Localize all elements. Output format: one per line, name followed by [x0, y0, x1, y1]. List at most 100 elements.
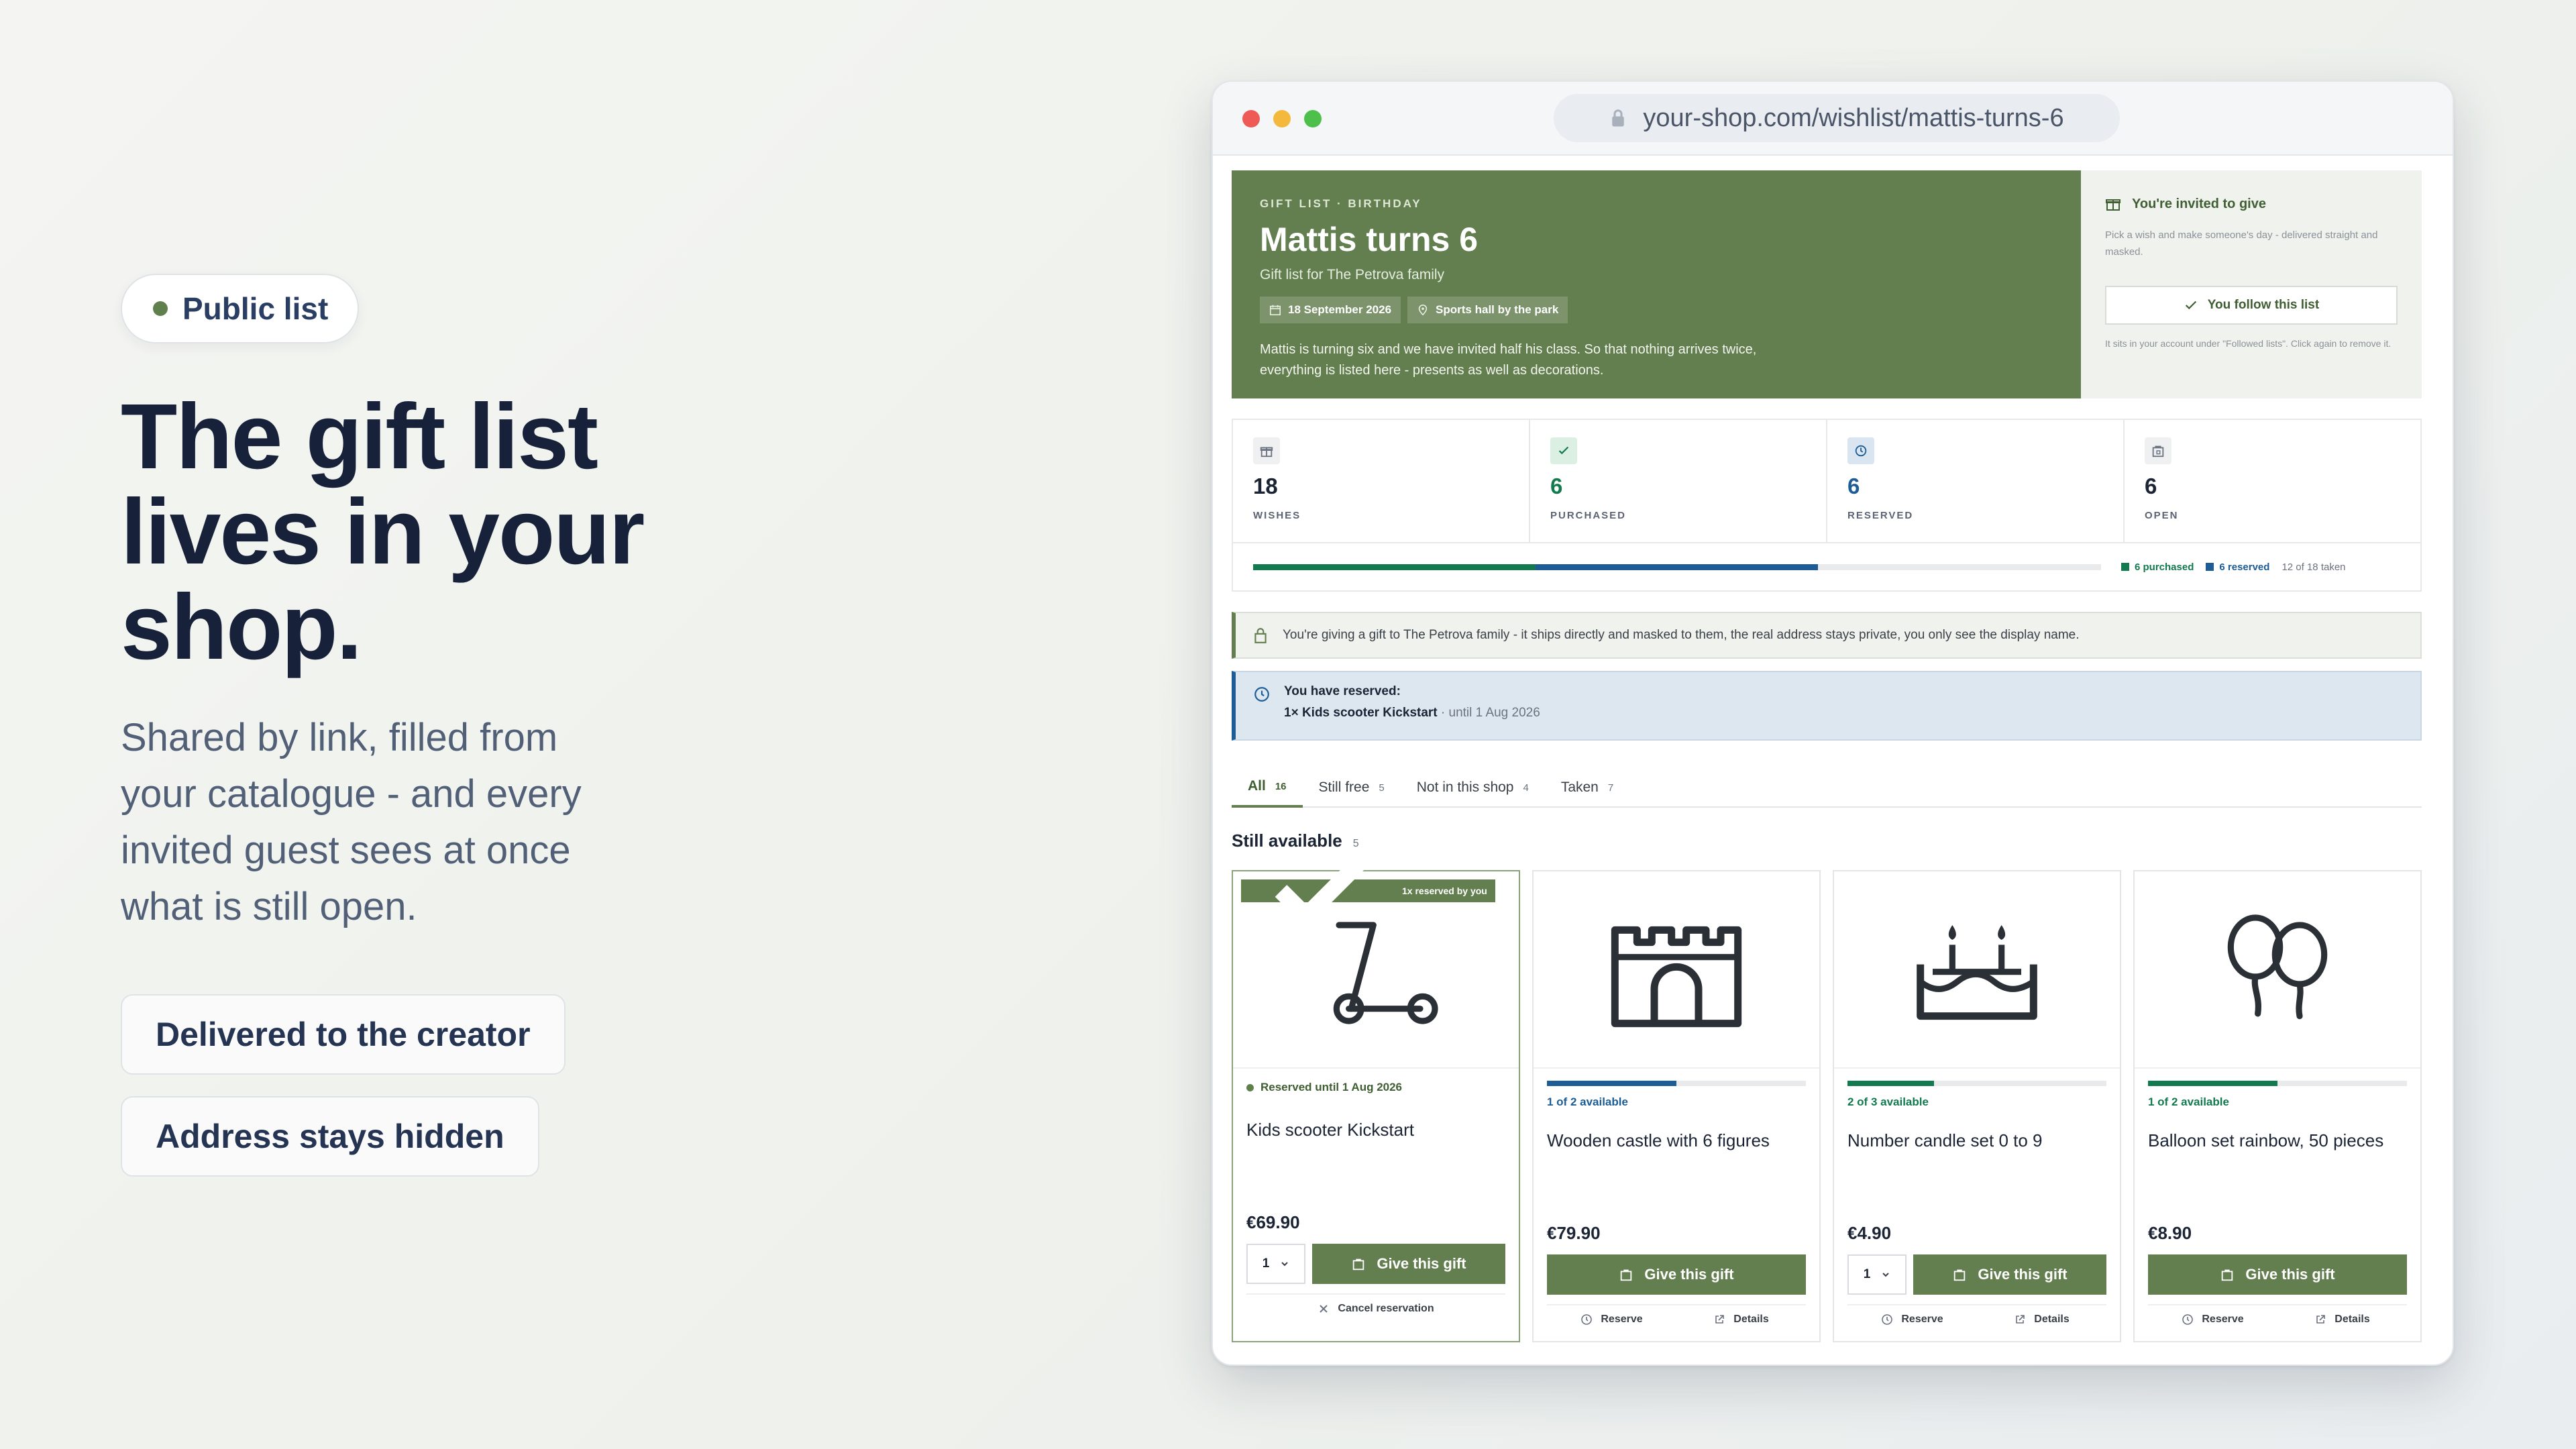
- address-bar[interactable]: your-shop.com/wishlist/mattis-turns-6: [1554, 94, 2120, 142]
- reservation-content: You have reserved: 1× Kids scooter Kicks…: [1284, 684, 1540, 727]
- reservation-item: 1× Kids scooter Kickstart · until 1 Aug …: [1284, 706, 1540, 720]
- product-card[interactable]: 1 of 2 available Wooden castle with 6 fi…: [1532, 870, 1821, 1342]
- reserve-button[interactable]: Reserve: [1847, 1313, 1977, 1326]
- cancel-reservation-button[interactable]: Cancel reservation: [1246, 1303, 1505, 1315]
- hero-description: Mattis is turning six and we have invite…: [1260, 342, 1757, 378]
- follow-list-button[interactable]: You follow this list: [2105, 286, 2398, 325]
- details-button[interactable]: Details: [1676, 1313, 1806, 1326]
- availability-fill: [1547, 1081, 1676, 1086]
- invite-text: Pick a wish and make someone's day - del…: [2105, 229, 2378, 258]
- legend-purchased: 6 purchased: [2121, 561, 2194, 573]
- availability-bar: [1547, 1081, 1806, 1086]
- hero: GIFT LIST · BIRTHDAY Mattis turns 6 Gift…: [1232, 170, 2422, 398]
- product-price: €8.90: [2148, 1223, 2192, 1243]
- external-link-icon: [2316, 1315, 2326, 1324]
- calendar-icon: [1269, 305, 1281, 316]
- stat-label: PURCHASED: [1550, 510, 1627, 521]
- hero-main: GIFT LIST · BIRTHDAY Mattis turns 6 Gift…: [1232, 170, 2081, 398]
- product-card[interactable]: 1x reserved by you Reserved until 1 Aug …: [1232, 851, 1520, 1342]
- close-window-button[interactable]: [1242, 110, 1260, 127]
- gift-bag-icon: [2222, 1269, 2233, 1281]
- product-grid: 1x reserved by you Reserved until 1 Aug …: [1232, 851, 2422, 1342]
- reservation-title: You have reserved:: [1284, 684, 1401, 698]
- gift-icon: [2106, 199, 2121, 211]
- give-gift-button[interactable]: Give this gift: [1913, 1254, 2106, 1295]
- gift-icon: [1253, 437, 1280, 464]
- legend-taken: 12 of 18 taken: [2282, 561, 2346, 573]
- hero-eyebrow: GIFT LIST · BIRTHDAY: [1260, 197, 1422, 210]
- minimize-window-button[interactable]: [1273, 110, 1291, 127]
- product-price: €4.90: [1847, 1223, 1892, 1243]
- browser-chrome: your-shop.com/wishlist/mattis-turns-6: [1213, 82, 2453, 156]
- product-card[interactable]: 2 of 3 available Number candle set 0 to …: [1833, 870, 2121, 1342]
- public-list-pill: Public list: [121, 274, 360, 343]
- stat-value: 6: [1847, 474, 1860, 498]
- progress-row: 6 purchased 6 reserved 12 of 18 taken: [1233, 543, 2420, 590]
- chevron-down-icon: [1882, 1273, 1889, 1277]
- event-chips: 18 September 2026 Sports hall by the par…: [1260, 297, 2053, 323]
- product-price: €69.90: [1246, 1212, 1300, 1232]
- product-card[interactable]: 1 of 2 available Balloon set rainbow, 50…: [2133, 870, 2422, 1342]
- stat-label: RESERVED: [1847, 510, 1914, 521]
- headline: The gift list lives in your shop.: [121, 385, 645, 679]
- url-text: your-shop.com/wishlist/mattis-turns-6: [1643, 103, 2064, 132]
- tab-not-in-shop[interactable]: Not in this shop 4: [1401, 767, 1545, 808]
- clock-icon: [2182, 1314, 2194, 1325]
- stat-label: OPEN: [2145, 510, 2179, 521]
- tab-still-free[interactable]: Still free 5: [1303, 767, 1401, 808]
- availability-fill: [2148, 1081, 2277, 1086]
- clock-icon: [1581, 1314, 1593, 1325]
- product-name: Kids scooter Kickstart: [1246, 1120, 1414, 1140]
- close-icon: [1320, 1305, 1328, 1313]
- give-gift-button[interactable]: Give this gift: [2148, 1254, 2407, 1295]
- external-link-icon: [1715, 1315, 1725, 1324]
- give-gift-button[interactable]: Give this gift: [1312, 1244, 1505, 1284]
- stat-open: 6 OPEN: [2125, 420, 2420, 542]
- progress-bar: [1253, 564, 2101, 570]
- check-icon: [2185, 301, 2196, 310]
- give-gift-button[interactable]: Give this gift: [1547, 1254, 1806, 1295]
- product-image: [2135, 871, 2420, 1069]
- stat-reserved: 6 RESERVED: [1827, 420, 2125, 542]
- reserve-button[interactable]: Reserve: [2148, 1313, 2277, 1326]
- availability-text: 1 of 2 available: [1547, 1095, 1628, 1108]
- tab-all[interactable]: All 16: [1232, 767, 1303, 808]
- maximize-window-button[interactable]: [1304, 110, 1322, 127]
- product-name: Wooden castle with 6 figures: [1547, 1130, 1770, 1150]
- invite-title: You're invited to give: [2105, 196, 2398, 212]
- filter-tabs: All 16 Still free 5 Not in this shop 4 Take…: [1232, 767, 2422, 808]
- product-name: Balloon set rainbow, 50 pieces: [2148, 1130, 2384, 1150]
- availability-text: 1 of 2 available: [2148, 1095, 2229, 1108]
- reservation-status: Reserved until 1 Aug 2026: [1246, 1081, 1505, 1094]
- feature-delivered: Delivered to the creator: [121, 994, 566, 1075]
- gift-bag-icon: [1621, 1269, 1632, 1281]
- event-date: 18 September 2026: [1288, 303, 1392, 316]
- open-bag-icon: [2145, 437, 2171, 464]
- quantity-select[interactable]: 1: [1246, 1244, 1305, 1284]
- progress-purchased: [1253, 564, 1536, 570]
- subheadline: Shared by link, filled from your catalog…: [121, 716, 582, 928]
- external-link-icon: [2016, 1315, 2025, 1324]
- details-button[interactable]: Details: [2277, 1313, 2407, 1326]
- follow-note: It sits in your account under "Followed …: [2105, 338, 2392, 349]
- check-icon: [1550, 437, 1577, 464]
- tab-taken[interactable]: Taken 7: [1545, 767, 1629, 808]
- check-icon: [1275, 851, 1371, 928]
- quantity-select[interactable]: 1: [1847, 1254, 1907, 1295]
- stat-value: 6: [2145, 474, 2157, 498]
- product-price: €79.90: [1547, 1223, 1601, 1243]
- reserve-button[interactable]: Reserve: [1547, 1313, 1676, 1326]
- birthday-cake-icon: [1917, 925, 2037, 1020]
- privacy-notice: You're giving a gift to The Petrova fami…: [1232, 612, 2422, 659]
- status-dot: [153, 301, 168, 316]
- hero-subtitle: Gift list for The Petrova family: [1260, 267, 1445, 282]
- reserved-badge: 1x reserved by you: [1241, 851, 1495, 928]
- availability-fill: [1847, 1081, 1934, 1086]
- availability-bar: [2148, 1081, 2407, 1086]
- details-button[interactable]: Details: [1977, 1313, 2106, 1326]
- gift-bag-icon: [1954, 1269, 1966, 1281]
- clock-icon: [1847, 437, 1874, 464]
- availability-bar: [1847, 1081, 2106, 1086]
- event-location: Sports hall by the park: [1436, 303, 1559, 316]
- lock-icon: [1254, 628, 1267, 643]
